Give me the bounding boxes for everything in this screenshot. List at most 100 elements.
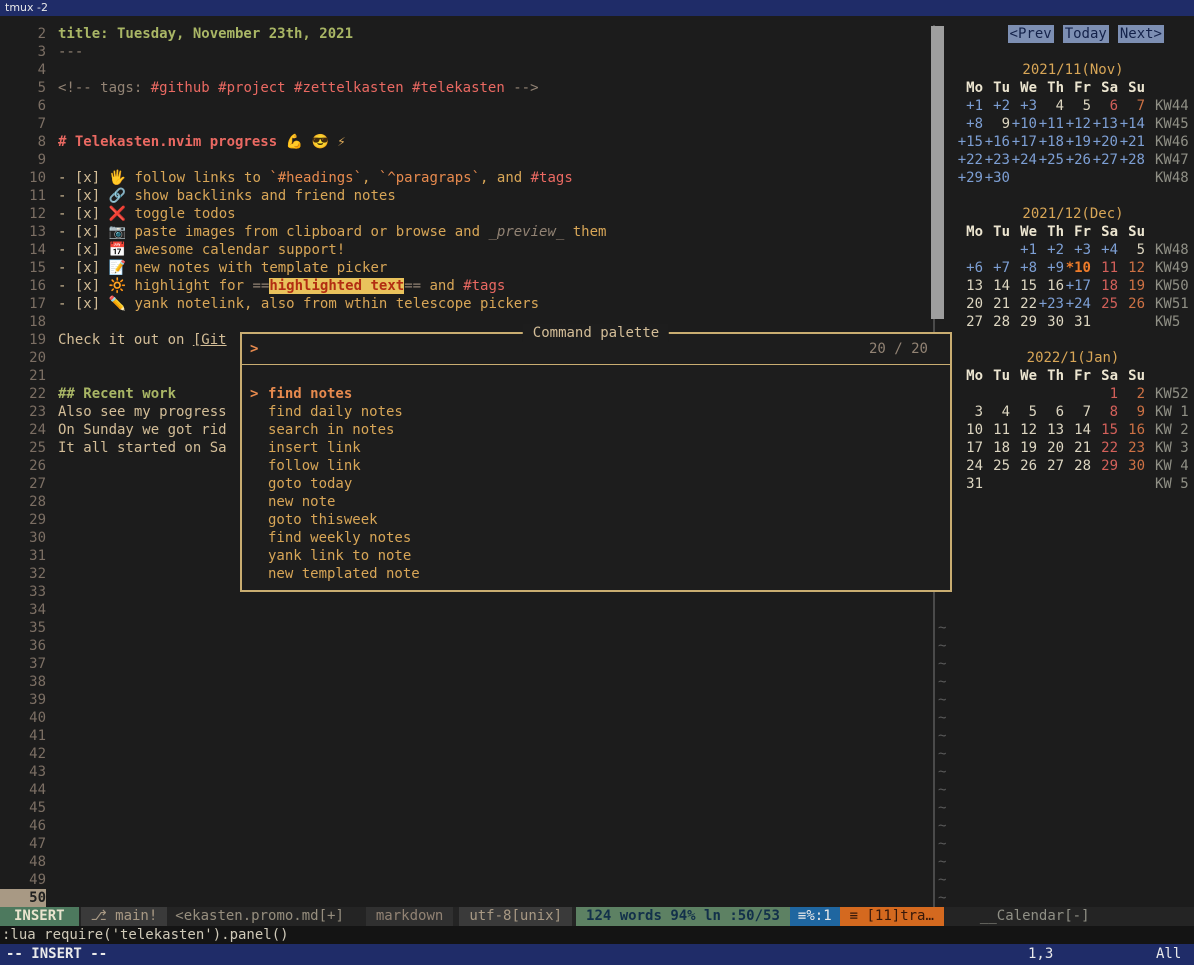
editor-line[interactable]: 38 <box>0 673 933 691</box>
editor-line[interactable]: 50 <box>0 889 933 907</box>
calendar-day[interactable]: 20 <box>1037 439 1064 457</box>
editor-line[interactable]: 41 <box>0 727 933 745</box>
calendar-day[interactable]: 1 <box>1091 385 1118 403</box>
editor-line[interactable]: 45 <box>0 799 933 817</box>
calendar-day[interactable]: 5 <box>1064 97 1091 115</box>
calendar-day[interactable]: 19 <box>1118 277 1145 295</box>
calendar-day[interactable]: +6 <box>956 259 983 277</box>
calendar-day[interactable]: +23 <box>983 151 1010 169</box>
calendar-prev-button[interactable]: <Prev <box>1008 25 1054 43</box>
calendar-day[interactable]: +24 <box>1064 295 1091 313</box>
editor-line[interactable]: 2title: Tuesday, November 23th, 2021 <box>0 25 933 43</box>
calendar-day[interactable]: 16 <box>1037 277 1064 295</box>
calendar-day[interactable]: +14 <box>1118 115 1145 133</box>
calendar-day[interactable]: 4 <box>1037 97 1064 115</box>
calendar-day[interactable]: +8 <box>956 115 983 133</box>
editor-line[interactable]: 6 <box>0 97 933 115</box>
calendar-day[interactable]: 22 <box>1010 295 1037 313</box>
calendar-day[interactable]: 19 <box>1010 439 1037 457</box>
calendar-day[interactable]: 18 <box>983 439 1010 457</box>
calendar-day[interactable]: 29 <box>1091 457 1118 475</box>
calendar-day[interactable]: 15 <box>1010 277 1037 295</box>
calendar-day[interactable]: 8 <box>1091 403 1118 421</box>
calendar-day-today[interactable]: *10 <box>1064 259 1091 277</box>
calendar-day[interactable]: 10 <box>956 421 983 439</box>
calendar-day[interactable]: 26 <box>1118 295 1145 313</box>
calendar-day[interactable]: +15 <box>956 133 983 151</box>
editor-line[interactable]: 37 <box>0 655 933 673</box>
editor-line[interactable]: 14- [x] 📅 awesome calendar support! <box>0 241 933 259</box>
calendar-day[interactable]: +17 <box>1010 133 1037 151</box>
calendar-day[interactable]: +16 <box>983 133 1010 151</box>
calendar-day[interactable]: 6 <box>1091 97 1118 115</box>
calendar-day[interactable]: +13 <box>1091 115 1118 133</box>
calendar-day[interactable]: 16 <box>1118 421 1145 439</box>
calendar-today-button[interactable]: Today <box>1063 25 1109 43</box>
calendar-day[interactable]: +10 <box>1010 115 1037 133</box>
calendar-day[interactable]: 14 <box>1064 421 1091 439</box>
palette-item[interactable]: insert link <box>242 439 950 457</box>
calendar-day[interactable]: 14 <box>983 277 1010 295</box>
calendar-day[interactable]: 12 <box>1118 259 1145 277</box>
calendar-day[interactable]: 5 <box>1118 241 1145 259</box>
calendar-day[interactable]: 3 <box>956 403 983 421</box>
calendar-day[interactable]: 18 <box>1091 277 1118 295</box>
calendar-day[interactable]: +28 <box>1118 151 1145 169</box>
calendar-day[interactable]: 17 <box>956 439 983 457</box>
editor-line[interactable]: 5<!-- tags: #github #project #zettelkast… <box>0 79 933 97</box>
calendar-day[interactable]: 21 <box>1064 439 1091 457</box>
calendar-day[interactable]: 31 <box>956 475 983 493</box>
editor-line[interactable]: 3--- <box>0 43 933 61</box>
calendar-day[interactable]: 11 <box>983 421 1010 439</box>
palette-item[interactable]: >find notes <box>242 385 950 403</box>
editor-line[interactable]: 11- [x] 🔗 show backlinks and friend note… <box>0 187 933 205</box>
calendar-day[interactable]: +20 <box>1091 133 1118 151</box>
calendar-next-button[interactable]: Next> <box>1118 25 1164 43</box>
editor-line[interactable]: 10- [x] 🖐 follow links to `#headings`, `… <box>0 169 933 187</box>
calendar-day[interactable]: +29 <box>956 169 983 187</box>
calendar-day[interactable]: 29 <box>1010 313 1037 331</box>
calendar-day[interactable]: +25 <box>1037 151 1064 169</box>
editor-line[interactable]: 13- [x] 📷 paste images from clipboard or… <box>0 223 933 241</box>
calendar-day[interactable]: 23 <box>1118 439 1145 457</box>
calendar-day[interactable]: +11 <box>1037 115 1064 133</box>
calendar-day[interactable]: +3 <box>1010 97 1037 115</box>
palette-item[interactable]: follow link <box>242 457 950 475</box>
calendar-day[interactable]: +24 <box>1010 151 1037 169</box>
calendar-day[interactable]: +22 <box>956 151 983 169</box>
calendar-day[interactable]: +12 <box>1064 115 1091 133</box>
calendar-day[interactable]: +17 <box>1064 277 1091 295</box>
editor-line[interactable]: 46 <box>0 817 933 835</box>
calendar-day[interactable]: 21 <box>983 295 1010 313</box>
editor-line[interactable]: 49 <box>0 871 933 889</box>
editor-line[interactable]: 9 <box>0 151 933 169</box>
editor-line[interactable]: 36 <box>0 637 933 655</box>
calendar-day[interactable]: +2 <box>983 97 1010 115</box>
calendar-day[interactable]: 26 <box>1010 457 1037 475</box>
calendar-day[interactable]: 12 <box>1010 421 1037 439</box>
editor-line[interactable]: 44 <box>0 781 933 799</box>
editor-line[interactable]: 7 <box>0 115 933 133</box>
editor-line[interactable]: 15- [x] 📝 new notes with template picker <box>0 259 933 277</box>
calendar-day[interactable]: 31 <box>1064 313 1091 331</box>
calendar-day[interactable]: 27 <box>1037 457 1064 475</box>
calendar-day[interactable]: +3 <box>1064 241 1091 259</box>
palette-item[interactable]: search in notes <box>242 421 950 439</box>
calendar-day[interactable]: 28 <box>983 313 1010 331</box>
calendar-day[interactable]: 25 <box>1091 295 1118 313</box>
calendar-day[interactable]: 25 <box>983 457 1010 475</box>
editor-line[interactable]: 39 <box>0 691 933 709</box>
editor-line[interactable]: 12- [x] ❌ toggle todos <box>0 205 933 223</box>
calendar-day[interactable]: 13 <box>956 277 983 295</box>
palette-item[interactable]: goto thisweek <box>242 511 950 529</box>
calendar-day[interactable]: 11 <box>1091 259 1118 277</box>
palette-item[interactable]: goto today <box>242 475 950 493</box>
editor-line[interactable]: 35 <box>0 619 933 637</box>
calendar-day[interactable]: 30 <box>1118 457 1145 475</box>
palette-item[interactable]: new note <box>242 493 950 511</box>
calendar-day[interactable]: +19 <box>1064 133 1091 151</box>
calendar-day[interactable]: 7 <box>1064 403 1091 421</box>
calendar-day[interactable]: +7 <box>983 259 1010 277</box>
palette-item[interactable]: find weekly notes <box>242 529 950 547</box>
calendar-day[interactable]: 6 <box>1037 403 1064 421</box>
